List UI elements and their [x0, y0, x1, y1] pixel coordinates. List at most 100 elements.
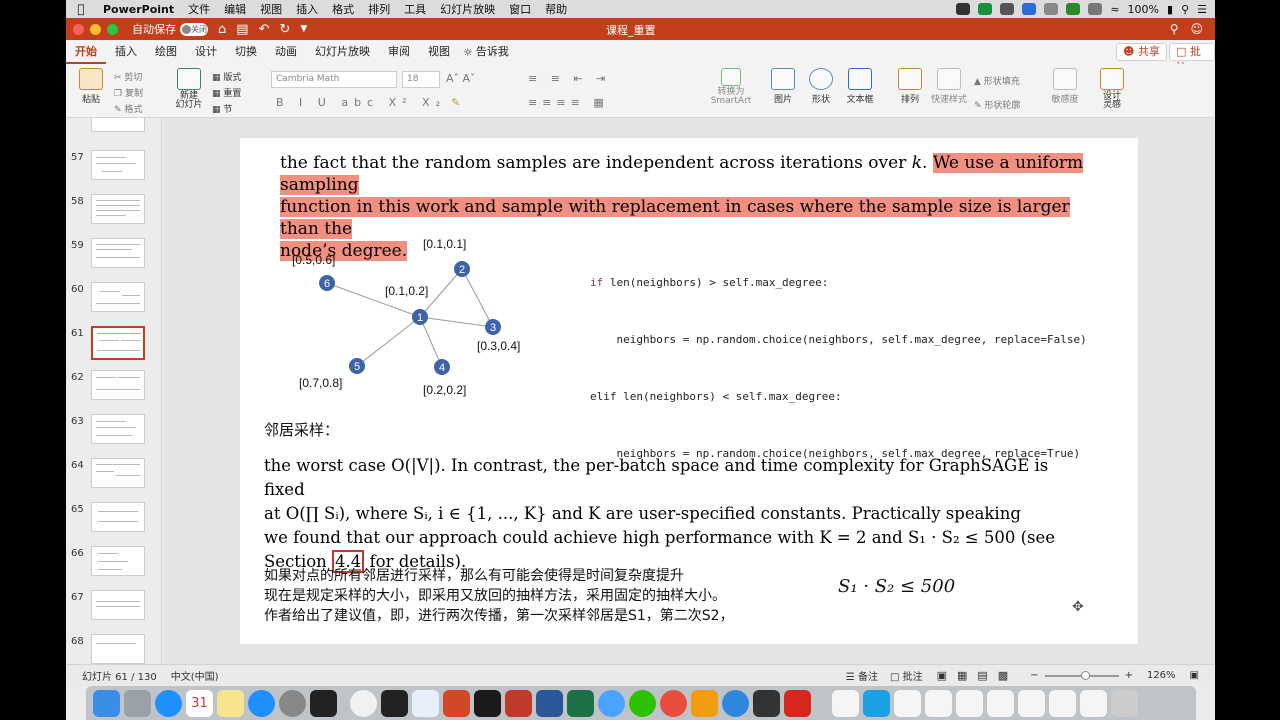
- recent-file-icon[interactable]: [925, 689, 952, 717]
- slide-thumbnail[interactable]: 66: [66, 546, 161, 586]
- paper-excerpt-bottom[interactable]: the worst case O(|V|). In contrast, the …: [264, 454, 1084, 574]
- shape-fill-button[interactable]: ▲ 形状填充: [974, 74, 1020, 87]
- chrome-icon[interactable]: [350, 689, 377, 717]
- zoom-in-button[interactable]: +: [1125, 670, 1133, 681]
- slide-thumbnail[interactable]: 64: [66, 458, 161, 498]
- trash-icon[interactable]: [1111, 689, 1138, 717]
- menu-arrange[interactable]: 排列: [361, 1, 397, 17]
- view-buttons[interactable]: ▣▦▤▩: [937, 669, 1019, 682]
- slide-thumbnail[interactable]: 57: [66, 150, 161, 190]
- tab-insert[interactable]: 插入: [106, 40, 146, 64]
- gear-icon[interactable]: [1044, 3, 1059, 15]
- search-icon[interactable]: ⚲: [1181, 3, 1189, 16]
- comments-button[interactable]: □ 批注: [1169, 43, 1215, 74]
- control-center-icon[interactable]: ☰: [1197, 3, 1207, 16]
- menu-edit[interactable]: 编辑: [217, 1, 253, 17]
- finder-icon[interactable]: [93, 689, 120, 717]
- slide-thumbnail[interactable]: 63: [66, 414, 161, 454]
- wifi-icon[interactable]: ≈: [1110, 3, 1119, 16]
- sample-size-formula[interactable]: S₁ · S₂ ≤ 500: [838, 576, 955, 597]
- format-painter-button[interactable]: ✎ 格式: [114, 102, 142, 115]
- menu-insert[interactable]: 插入: [289, 1, 325, 17]
- sublime-text-icon[interactable]: [691, 689, 718, 717]
- home-icon[interactable]: ⌂: [218, 22, 226, 37]
- tab-home[interactable]: 开始: [66, 40, 106, 64]
- powerpoint-icon[interactable]: [443, 689, 470, 717]
- system-preferences-icon[interactable]: [279, 689, 306, 717]
- menu-file[interactable]: 文件: [181, 1, 217, 17]
- calendar-icon[interactable]: 31: [186, 689, 213, 717]
- undo-icon[interactable]: ↶: [259, 22, 270, 37]
- menu-slideshow[interactable]: 幻灯片放映: [433, 1, 502, 17]
- slide-thumbnail[interactable]: [66, 118, 161, 134]
- excel-icon[interactable]: [567, 689, 594, 717]
- display-icon[interactable]: [1088, 3, 1103, 15]
- minimize-window-button[interactable]: [90, 23, 101, 35]
- fit-slide-icon[interactable]: ▣: [1190, 670, 1199, 681]
- recent-file-icon[interactable]: [1080, 689, 1107, 717]
- notes-icon[interactable]: [217, 689, 244, 717]
- sync-icon[interactable]: [1022, 3, 1037, 15]
- reset-button[interactable]: ▦ 重置: [212, 86, 241, 99]
- designer-button[interactable]: 设计 灵感: [1096, 68, 1128, 110]
- copy-button[interactable]: ❐ 复制: [114, 86, 143, 99]
- tab-transitions[interactable]: 切换: [226, 40, 266, 64]
- slide-thumbnail[interactable]: 68: [66, 634, 161, 664]
- menu-help[interactable]: 帮助: [538, 1, 574, 17]
- slide-thumbnail[interactable]: 62: [66, 370, 161, 410]
- document-stack-icon[interactable]: [832, 689, 859, 717]
- word-icon[interactable]: [536, 689, 563, 717]
- share-button[interactable]: ☻ 共享: [1116, 43, 1167, 61]
- zoom-slider-thumb[interactable]: [1080, 670, 1090, 680]
- title-search-icon[interactable]: ⚲: [1170, 22, 1179, 36]
- safari-icon[interactable]: [155, 689, 182, 717]
- facetime-icon[interactable]: [956, 3, 971, 15]
- chinese-notes[interactable]: 如果对点的所有邻居进行采样，那么有可能会使得是时间复杂度提升 现在是规定采样的大…: [264, 566, 834, 626]
- menu-tools[interactable]: 工具: [397, 1, 433, 17]
- slide-thumbnail[interactable]: 67: [66, 590, 161, 630]
- tab-review[interactable]: 审阅: [379, 40, 419, 64]
- slide-thumbnail-pane[interactable]: 57 58 59 60 61 62 63 64 65 66 67 68: [66, 118, 162, 664]
- slide-thumbnail[interactable]: 60: [66, 282, 161, 322]
- textbox-button[interactable]: 文本框: [843, 68, 877, 105]
- zoom-slider[interactable]: [1044, 670, 1119, 680]
- screen-recorder-icon[interactable]: [722, 689, 749, 717]
- redo-icon[interactable]: ↻: [279, 22, 290, 37]
- font-size-buttons[interactable]: Aˆ Aˇ: [446, 72, 476, 85]
- terminal-icon[interactable]: [381, 689, 408, 717]
- pycharm-icon[interactable]: [474, 689, 501, 717]
- recent-file-icon[interactable]: [1018, 689, 1045, 717]
- menu-window[interactable]: 窗口: [502, 1, 538, 17]
- wechat-icon[interactable]: [978, 3, 993, 15]
- activity-monitor-icon[interactable]: [310, 689, 337, 717]
- font-size-field[interactable]: 18: [402, 71, 440, 88]
- notes-button[interactable]: ☰ 备注: [846, 668, 878, 683]
- language-indicator[interactable]: 中文(中国): [171, 668, 219, 683]
- cut-button[interactable]: ✂ 剪切: [114, 70, 142, 83]
- menu-view[interactable]: 视图: [253, 1, 289, 17]
- wechat-dock-icon[interactable]: [629, 689, 656, 717]
- recent-file-icon[interactable]: [987, 689, 1014, 717]
- autosave-toggle[interactable]: 关闭: [180, 22, 208, 36]
- slide-thumbnail[interactable]: 65: [66, 502, 161, 542]
- tell-me-search[interactable]: 告诉我: [473, 40, 518, 64]
- recent-file-icon[interactable]: [956, 689, 983, 717]
- convert-smartart-button[interactable]: 转换为 SmartArt: [708, 68, 754, 106]
- quick-styles-button[interactable]: 快速样式: [930, 68, 968, 105]
- paste-button[interactable]: 粘贴: [76, 68, 106, 105]
- font-name-field[interactable]: Cambria Math: [271, 71, 397, 88]
- slide-canvas[interactable]: the fact that the random samples are ind…: [163, 118, 1215, 664]
- section-heading[interactable]: 邻居采样：: [264, 420, 339, 440]
- app-store-icon[interactable]: [248, 689, 275, 717]
- align-buttons[interactable]: ≡≡≡≡ ▦: [528, 96, 609, 109]
- feishu-icon[interactable]: [598, 689, 625, 717]
- baidu-netdisk-icon[interactable]: [412, 689, 439, 717]
- pdf-reader-icon[interactable]: [505, 689, 532, 717]
- tab-animations[interactable]: 动画: [266, 40, 306, 64]
- highlight-icon[interactable]: ✎: [451, 96, 460, 109]
- section-button[interactable]: ▦ 节: [212, 102, 232, 115]
- menu-format[interactable]: 格式: [325, 1, 361, 17]
- tab-view[interactable]: 视图: [419, 40, 459, 64]
- graph-diagram[interactable]: 1 2 3 4 5 6 [0.1,0.1] [0.3,0.4] [0.2,0.2…: [280, 234, 540, 404]
- zoom-level[interactable]: 126%: [1147, 670, 1176, 681]
